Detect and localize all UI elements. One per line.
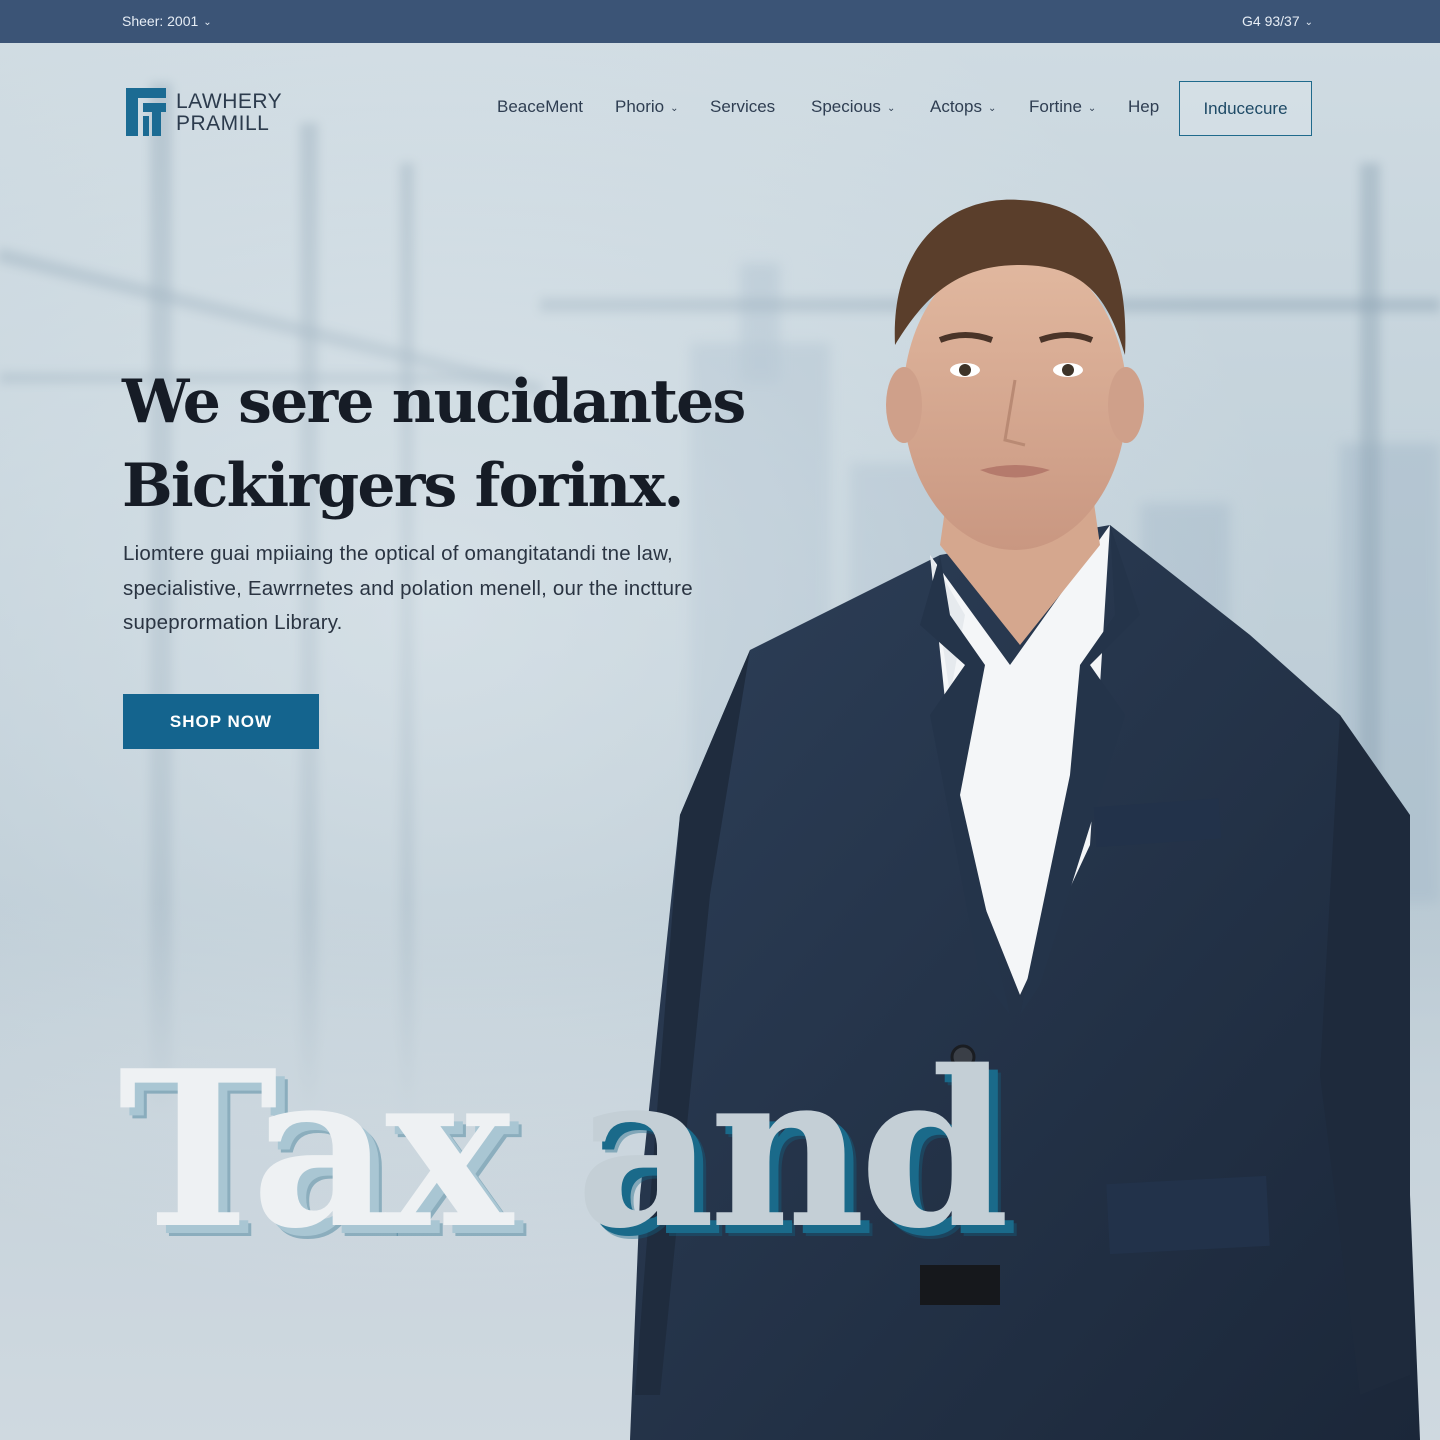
- nav-item-services[interactable]: Services: [710, 97, 775, 117]
- top-utility-bar: Sheer: 2001 ⌄ G4 93/37 ⌄: [0, 0, 1440, 43]
- nav-item-phorio[interactable]: Phorio ⌄: [615, 97, 679, 117]
- display-word-2: and: [575, 1023, 1010, 1276]
- header-cta-button[interactable]: Inducecure: [1179, 81, 1312, 136]
- nav-item-label: Fortine: [1029, 97, 1082, 116]
- topbar-left-label: Sheer: 2001: [122, 13, 199, 29]
- hero-description-line-1: Liomtere guai mpiiaing the optical of om…: [123, 542, 673, 565]
- chevron-down-icon: ⌄: [987, 103, 997, 114]
- hero-description-line-2: specialistive, Eawrrnetes and polation m…: [123, 576, 693, 600]
- hero-description-line-3: supeprormation Library.: [123, 611, 343, 634]
- nav-item-actops[interactable]: Actops ⌄: [930, 97, 996, 117]
- display-word-1: Tax: [118, 1023, 513, 1276]
- nav-item-label: Services: [710, 97, 776, 116]
- nav-item-specious[interactable]: Specious ⌄: [811, 97, 895, 117]
- chevron-down-icon: ⌄: [886, 103, 896, 114]
- logo-mark-icon: [126, 88, 166, 136]
- nav-item-hep[interactable]: Hep: [1128, 97, 1159, 117]
- topbar-right-selector[interactable]: G4 93/37 ⌄: [1242, 13, 1313, 29]
- nav-item-fortine[interactable]: Fortine ⌄: [1029, 97, 1096, 117]
- nav-item-label: Specious: [811, 97, 881, 116]
- nav-item-label: Hep: [1128, 97, 1160, 116]
- hero-headline-line-1: We sere nucidantes: [122, 367, 746, 437]
- nav-item-label: BeaceMent: [497, 97, 583, 116]
- topbar-left-selector[interactable]: Sheer: 2001 ⌄: [122, 13, 212, 29]
- hero-headline-line-2: Bickirgers forinx.: [122, 451, 684, 521]
- topbar-right-label: G4 93/37: [1242, 13, 1300, 29]
- hero-display-text: Tax and: [118, 1040, 1010, 1260]
- nav-item-beacement[interactable]: BeaceMent: [497, 97, 583, 117]
- logo-wordmark: LAWHERY PRAMILL: [176, 91, 282, 135]
- chevron-down-icon: ⌄: [670, 103, 679, 114]
- chevron-down-icon: ⌄: [1304, 17, 1313, 28]
- nav-item-label: Phorio: [615, 97, 665, 116]
- site-logo[interactable]: LAWHERY PRAMILL: [126, 88, 306, 138]
- chevron-down-icon: ⌄: [1087, 103, 1097, 114]
- hero-headline: We sere nucidantes Bickirgers forinx.: [122, 360, 762, 528]
- logo-line-1: LAWHERY: [176, 90, 283, 113]
- chevron-down-icon: ⌄: [203, 17, 212, 28]
- logo-line-2: PRAMILL: [176, 112, 270, 135]
- shop-now-button[interactable]: SHOP NOW: [123, 694, 319, 749]
- hero-description: Liomtere guai mpiiaing the optical of om…: [123, 537, 783, 641]
- nav-item-label: Actops: [930, 97, 982, 116]
